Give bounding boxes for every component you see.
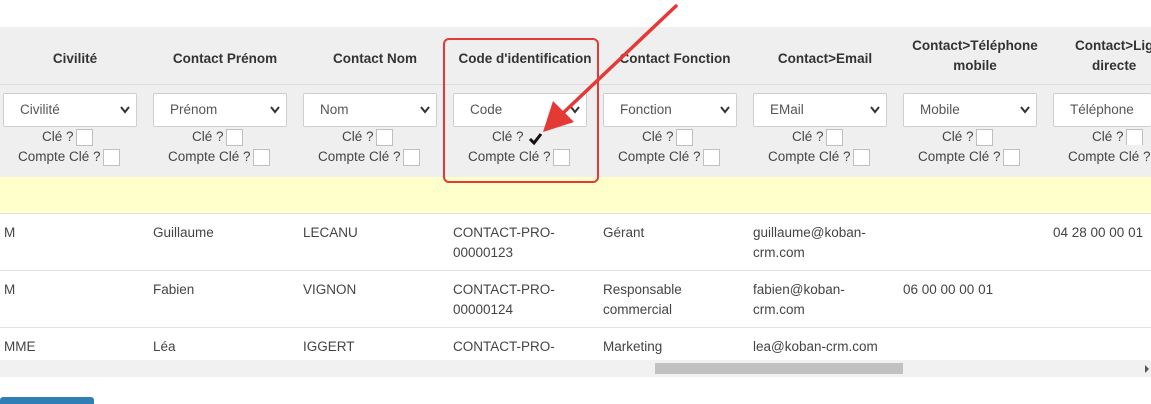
annotation-arrow-icon — [543, 4, 678, 132]
data-import-grid: { "columns": [ {"title": "Civilité", "se… — [0, 0, 1151, 404]
